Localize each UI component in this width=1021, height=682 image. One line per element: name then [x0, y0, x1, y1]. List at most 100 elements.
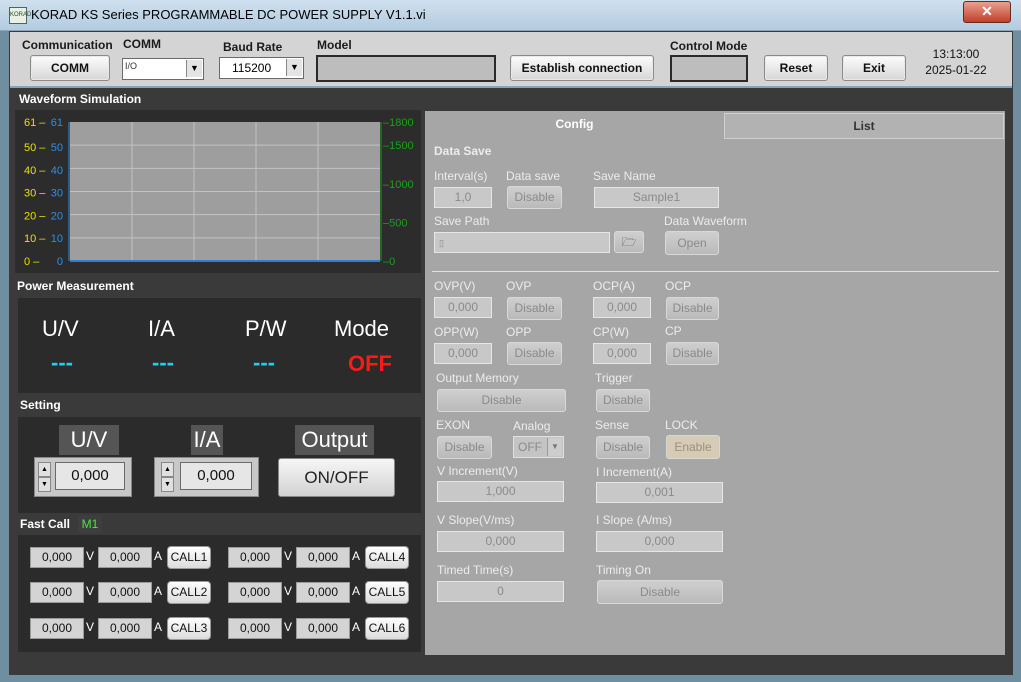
fast-call-voltage-input[interactable]: 0,000 — [228, 582, 282, 603]
cp-w-input[interactable]: 0,000 — [593, 343, 651, 364]
clock-time: 13:13:00 — [932, 47, 980, 61]
exon-label: EXON — [436, 418, 471, 432]
chevron-down-icon[interactable]: ▼ — [547, 438, 562, 456]
fast-call-current-input[interactable]: 0,000 — [296, 582, 350, 603]
opp-button[interactable]: Disable — [507, 342, 562, 365]
decrement-arrow-icon[interactable]: ▼ — [38, 477, 51, 492]
voltage-header: U/V — [42, 316, 79, 341]
ocp-button[interactable]: Disable — [666, 297, 719, 320]
tab-config[interactable]: Config — [425, 111, 724, 138]
v-increment-label: V Increment(V) — [437, 464, 518, 478]
baud-rate-select[interactable]: 115200 ▼ — [219, 57, 304, 79]
yellow-axis-tick-label: 50 – — [24, 142, 46, 154]
call-button[interactable]: CALL1 — [167, 546, 211, 569]
opp-w-label: OPP(W) — [434, 325, 479, 339]
current-value: --- — [152, 350, 174, 375]
lock-label: LOCK — [665, 418, 698, 432]
opp-w-input[interactable]: 0,000 — [434, 343, 492, 364]
save-name-input[interactable]: Sample1 — [594, 187, 719, 208]
sense-button[interactable]: Disable — [596, 436, 650, 459]
app-icon: KORAD — [9, 7, 31, 24]
power-measurement-title: Power Measurement — [17, 279, 134, 293]
exit-button[interactable]: Exit — [842, 55, 906, 81]
setting-title: Setting — [20, 398, 61, 412]
increment-arrow-icon[interactable]: ▲ — [161, 462, 174, 477]
fast-call-title: Fast Call — [20, 517, 71, 531]
call-button[interactable]: CALL3 — [167, 617, 211, 640]
close-button[interactable]: ✕ — [963, 1, 1011, 23]
fast-call-current-input[interactable]: 0,000 — [296, 547, 350, 568]
exon-button[interactable]: Disable — [437, 436, 492, 459]
folder-browse-icon[interactable]: 🗁 — [614, 231, 644, 253]
yellow-axis-tick-label: 0 – — [24, 256, 40, 268]
baud-rate-value: 115200 — [232, 61, 272, 75]
current-setpoint-input[interactable]: 0,000 — [180, 462, 252, 490]
blue-axis-tick-label: 40 — [51, 165, 63, 177]
save-path-input[interactable]: ▯ — [434, 232, 610, 253]
voltage-setpoint-input[interactable]: 0,000 — [55, 462, 125, 490]
output-memory-label: Output Memory — [436, 371, 519, 385]
setting-current-label: I/A — [191, 425, 223, 455]
ovp-v-input[interactable]: 0,000 — [434, 297, 492, 318]
fast-call-voltage-input[interactable]: 0,000 — [30, 547, 84, 568]
comm-button[interactable]: COMM — [30, 55, 110, 81]
fast-call-voltage-input[interactable]: 0,000 — [228, 547, 282, 568]
fast-call-voltage-input[interactable]: 0,000 — [30, 582, 84, 603]
ovp-label: OVP — [506, 279, 532, 293]
fast-call-current-input[interactable]: 0,000 — [296, 618, 350, 639]
call-button[interactable]: CALL6 — [365, 617, 409, 640]
call-button[interactable]: CALL4 — [365, 546, 409, 569]
v-slope-input[interactable]: 0,000 — [437, 531, 564, 552]
fast-call-current-input[interactable]: 0,000 — [98, 618, 152, 639]
path-type-icon: ▯ — [439, 238, 444, 248]
setting-voltage-label: U/V — [59, 425, 119, 455]
model-display — [316, 55, 496, 82]
cp-label: CP — [665, 324, 682, 338]
sense-label: Sense — [595, 418, 630, 432]
power-value: --- — [253, 350, 275, 375]
open-button[interactable]: Open — [665, 231, 719, 255]
reset-button[interactable]: Reset — [764, 55, 828, 81]
green-axis-tick-label: –1000 — [383, 179, 414, 191]
interval-input[interactable]: 1,0 — [434, 187, 492, 208]
tab-list[interactable]: List — [724, 113, 1004, 139]
ovp-button[interactable]: Disable — [507, 297, 562, 320]
green-axis-tick-label: –0 — [383, 256, 395, 268]
chevron-down-icon[interactable]: ▼ — [186, 60, 202, 77]
green-axis-tick-label: –1800 — [383, 117, 414, 129]
i-slope-input[interactable]: 0,000 — [596, 531, 723, 552]
waveform-panel: 0 – 10 – 20 – 30 – 40 – 50 – 61 – 0 10 20 30 40 50 6… — [15, 110, 421, 273]
decrement-arrow-icon[interactable]: ▼ — [161, 477, 174, 492]
chevron-down-icon[interactable]: ▼ — [286, 59, 302, 76]
data-save-button[interactable]: Disable — [507, 186, 562, 209]
fast-call-current-input[interactable]: 0,000 — [98, 582, 152, 603]
volt-unit-label: V — [86, 549, 95, 563]
trigger-button[interactable]: Disable — [596, 389, 650, 412]
green-axis-tick-label: –1500 — [383, 140, 414, 152]
fast-call-voltage-input[interactable]: 0,000 — [30, 618, 84, 639]
call-button[interactable]: CALL2 — [167, 581, 211, 604]
fast-call-voltage-input[interactable]: 0,000 — [228, 618, 282, 639]
establish-connection-button[interactable]: Establish connection — [510, 55, 654, 81]
timed-time-label: Timed Time(s) — [437, 563, 514, 577]
increment-arrow-icon[interactable]: ▲ — [38, 462, 51, 477]
cp-button[interactable]: Disable — [666, 342, 719, 365]
fast-call-current-input[interactable]: 0,000 — [98, 547, 152, 568]
opp-label: OPP — [506, 325, 532, 339]
v-increment-input[interactable]: 1,000 — [437, 481, 564, 502]
i-increment-label: I Increment(A) — [596, 465, 673, 479]
timed-time-input[interactable]: 0 — [437, 581, 564, 602]
i-increment-input[interactable]: 0,001 — [596, 482, 723, 503]
close-icon: ✕ — [981, 3, 993, 19]
ocp-a-input[interactable]: 0,000 — [593, 297, 651, 318]
output-memory-button[interactable]: Disable — [437, 389, 566, 412]
top-toolbar: Communication COMM COMM I/O ▼ Baud Rate … — [10, 32, 1012, 88]
yellow-axis-tick-label: 20 – — [24, 210, 46, 222]
output-onoff-button[interactable]: ON/OFF — [278, 458, 395, 497]
analog-select[interactable]: OFF ▼ — [513, 436, 564, 458]
lock-button[interactable]: Enable — [666, 435, 720, 459]
comm-select[interactable]: I/O ▼ — [122, 58, 204, 80]
timing-on-button[interactable]: Disable — [597, 580, 723, 604]
v-slope-label: V Slope(V/ms) — [437, 513, 515, 527]
call-button[interactable]: CALL5 — [365, 581, 409, 604]
